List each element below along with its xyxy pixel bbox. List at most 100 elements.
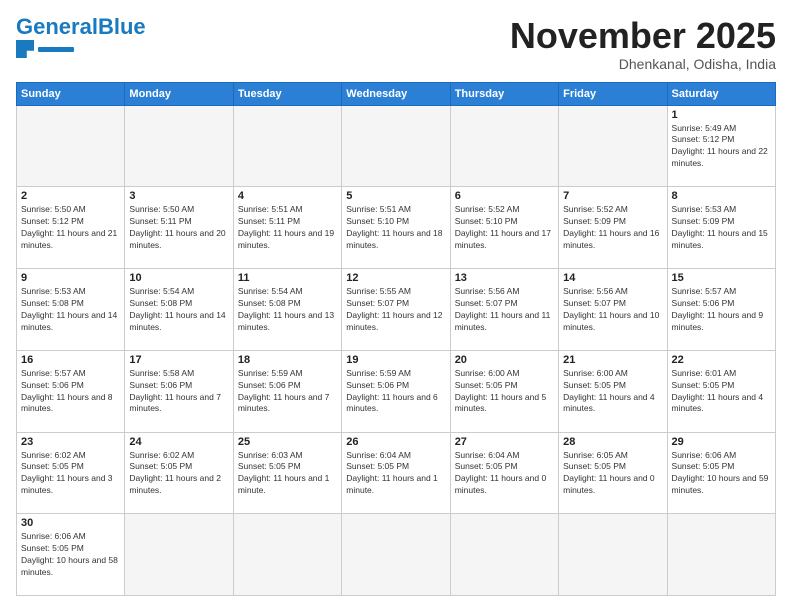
day-number: 4 (238, 190, 337, 202)
day-info: Sunrise: 6:02 AM Sunset: 5:05 PM Dayligh… (21, 450, 120, 498)
calendar-cell: 28 Sunrise: 6:05 AM Sunset: 5:05 PM Dayli… (559, 432, 667, 514)
calendar-cell: 27Sunrise: 6:04 AM Sunset: 5:05 PM Dayli… (450, 432, 558, 514)
day-number: 19 (346, 354, 445, 366)
day-number: 3 (129, 190, 228, 202)
calendar-cell (233, 514, 341, 596)
day-number: 16 (21, 354, 120, 366)
day-number: 2 (21, 190, 120, 202)
day-info: Sunrise: 5:56 AM Sunset: 5:07 PM Dayligh… (455, 286, 554, 334)
calendar-cell: 13Sunrise: 5:56 AM Sunset: 5:07 PM Dayli… (450, 269, 558, 351)
day-info: Sunrise: 5:55 AM Sunset: 5:07 PM Dayligh… (346, 286, 445, 334)
calendar-cell: 20Sunrise: 6:00 AM Sunset: 5:05 PM Dayli… (450, 350, 558, 432)
calendar-header-row: SundayMondayTuesdayWednesdayThursdayFrid… (17, 82, 776, 105)
day-number: 28 (563, 436, 662, 448)
calendar-cell (342, 105, 450, 187)
calendar-cell: 11 Sunrise: 5:54 AM Sunset: 5:08 PM Dayli… (233, 269, 341, 351)
calendar-cell: 17Sunrise: 5:58 AM Sunset: 5:06 PM Dayli… (125, 350, 233, 432)
day-number: 24 (129, 436, 228, 448)
day-info: Sunrise: 6:00 AM Sunset: 5:05 PM Dayligh… (455, 368, 554, 416)
calendar-cell (450, 514, 558, 596)
calendar-cell: 1Sunrise: 5:49 AM Sunset: 5:12 PM Daylig… (667, 105, 775, 187)
day-number: 17 (129, 354, 228, 366)
weekday-header-sunday: Sunday (17, 82, 125, 105)
calendar-cell: 16 Sunrise: 5:57 AM Sunset: 5:06 PM Dayli… (17, 350, 125, 432)
day-info: Sunrise: 5:57 AM Sunset: 5:06 PM Dayligh… (672, 286, 771, 334)
calendar-cell (667, 514, 775, 596)
day-number: 6 (455, 190, 554, 202)
day-number: 1 (672, 109, 771, 121)
day-number: 15 (672, 272, 771, 284)
day-info: Sunrise: 5:59 AM Sunset: 5:06 PM Dayligh… (346, 368, 445, 416)
day-number: 7 (563, 190, 662, 202)
day-number: 21 (563, 354, 662, 366)
calendar-row-5: 23Sunrise: 6:02 AM Sunset: 5:05 PM Dayli… (17, 432, 776, 514)
day-number: 25 (238, 436, 337, 448)
calendar-cell: 4 Sunrise: 5:51 AM Sunset: 5:11 PM Daylig… (233, 187, 341, 269)
weekday-header-monday: Monday (125, 82, 233, 105)
calendar-row-1: 1Sunrise: 5:49 AM Sunset: 5:12 PM Daylig… (17, 105, 776, 187)
day-info: Sunrise: 5:51 AM Sunset: 5:11 PM Dayligh… (238, 204, 337, 252)
day-number: 22 (672, 354, 771, 366)
calendar-table: SundayMondayTuesdayWednesdayThursdayFrid… (16, 82, 776, 596)
calendar-cell: 25Sunrise: 6:03 AM Sunset: 5:05 PM Dayli… (233, 432, 341, 514)
day-number: 5 (346, 190, 445, 202)
calendar-cell: 2Sunrise: 5:50 AM Sunset: 5:12 PM Daylig… (17, 187, 125, 269)
calendar-cell: 5 Sunrise: 5:51 AM Sunset: 5:10 PM Daylig… (342, 187, 450, 269)
day-info: Sunrise: 5:52 AM Sunset: 5:10 PM Dayligh… (455, 204, 554, 252)
day-number: 26 (346, 436, 445, 448)
calendar-cell (342, 514, 450, 596)
header: GeneralBlue November 2025 Dhenkanal, Odi… (16, 16, 776, 72)
location: Dhenkanal, Odisha, India (510, 56, 776, 72)
calendar-cell (559, 514, 667, 596)
calendar-cell: 7 Sunrise: 5:52 AM Sunset: 5:09 PM Daylig… (559, 187, 667, 269)
logo-general: General (16, 14, 98, 39)
calendar-cell: 24 Sunrise: 6:02 AM Sunset: 5:05 PM Dayli… (125, 432, 233, 514)
day-number: 14 (563, 272, 662, 284)
day-number: 11 (238, 272, 337, 284)
calendar-row-3: 9Sunrise: 5:53 AM Sunset: 5:08 PM Daylig… (17, 269, 776, 351)
day-info: Sunrise: 5:52 AM Sunset: 5:09 PM Dayligh… (563, 204, 662, 252)
calendar-cell: 8Sunrise: 5:53 AM Sunset: 5:09 PM Daylig… (667, 187, 775, 269)
calendar-cell: 9Sunrise: 5:53 AM Sunset: 5:08 PM Daylig… (17, 269, 125, 351)
day-number: 9 (21, 272, 120, 284)
calendar-cell: 23Sunrise: 6:02 AM Sunset: 5:05 PM Dayli… (17, 432, 125, 514)
calendar-cell: 29Sunrise: 6:06 AM Sunset: 5:05 PM Dayli… (667, 432, 775, 514)
weekday-header-tuesday: Tuesday (233, 82, 341, 105)
day-info: Sunrise: 6:05 AM Sunset: 5:05 PM Dayligh… (563, 450, 662, 498)
day-info: Sunrise: 6:01 AM Sunset: 5:05 PM Dayligh… (672, 368, 771, 416)
title-block: November 2025 Dhenkanal, Odisha, India (510, 16, 776, 72)
day-info: Sunrise: 5:51 AM Sunset: 5:10 PM Dayligh… (346, 204, 445, 252)
calendar-cell: 6 Sunrise: 5:52 AM Sunset: 5:10 PM Daylig… (450, 187, 558, 269)
day-number: 18 (238, 354, 337, 366)
month-title: November 2025 (510, 16, 776, 56)
calendar-cell: 21Sunrise: 6:00 AM Sunset: 5:05 PM Dayli… (559, 350, 667, 432)
calendar-cell: 15 Sunrise: 5:57 AM Sunset: 5:06 PM Dayli… (667, 269, 775, 351)
calendar-cell: 19 Sunrise: 5:59 AM Sunset: 5:06 PM Dayli… (342, 350, 450, 432)
day-info: Sunrise: 5:57 AM Sunset: 5:06 PM Dayligh… (21, 368, 120, 416)
calendar-cell: 30Sunrise: 6:06 AM Sunset: 5:05 PM Dayli… (17, 514, 125, 596)
day-number: 27 (455, 436, 554, 448)
calendar-row-2: 2Sunrise: 5:50 AM Sunset: 5:12 PM Daylig… (17, 187, 776, 269)
day-info: Sunrise: 5:54 AM Sunset: 5:08 PM Dayligh… (238, 286, 337, 334)
calendar-body: 1Sunrise: 5:49 AM Sunset: 5:12 PM Daylig… (17, 105, 776, 595)
day-info: Sunrise: 5:56 AM Sunset: 5:07 PM Dayligh… (563, 286, 662, 334)
calendar-cell (125, 514, 233, 596)
logo-blue: Blue (98, 14, 146, 39)
calendar-row-4: 16 Sunrise: 5:57 AM Sunset: 5:06 PM Dayli… (17, 350, 776, 432)
calendar-cell (450, 105, 558, 187)
calendar-cell: 14 Sunrise: 5:56 AM Sunset: 5:07 PM Dayli… (559, 269, 667, 351)
logo-underline (38, 47, 74, 52)
calendar-cell (17, 105, 125, 187)
calendar-cell: 12Sunrise: 5:55 AM Sunset: 5:07 PM Dayli… (342, 269, 450, 351)
weekday-header-saturday: Saturday (667, 82, 775, 105)
weekday-header-wednesday: Wednesday (342, 82, 450, 105)
calendar-cell (233, 105, 341, 187)
calendar-cell (125, 105, 233, 187)
calendar-cell: 26Sunrise: 6:04 AM Sunset: 5:05 PM Dayli… (342, 432, 450, 514)
day-number: 8 (672, 190, 771, 202)
calendar-cell: 18Sunrise: 5:59 AM Sunset: 5:06 PM Dayli… (233, 350, 341, 432)
day-info: Sunrise: 5:54 AM Sunset: 5:08 PM Dayligh… (129, 286, 228, 334)
day-info: Sunrise: 6:02 AM Sunset: 5:05 PM Dayligh… (129, 450, 228, 498)
logo-icon (16, 40, 34, 58)
calendar-cell: 10Sunrise: 5:54 AM Sunset: 5:08 PM Dayli… (125, 269, 233, 351)
